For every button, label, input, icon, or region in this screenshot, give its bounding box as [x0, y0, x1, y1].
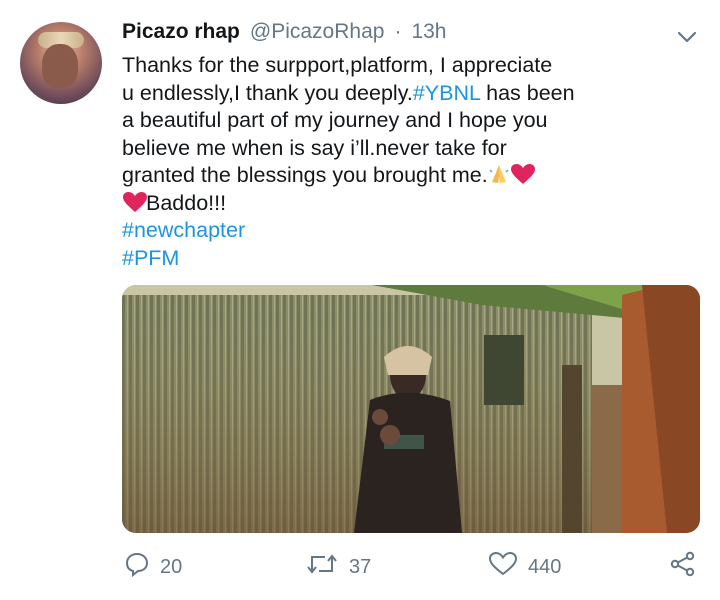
red-heart-emoji-icon [122, 191, 147, 213]
header-separator: · [394, 20, 402, 43]
tweet-text-segment: granted the blessings you brought me. [122, 163, 488, 187]
tweet-header: Picazo rhap @PicazoRhap · 13h [122, 20, 446, 50]
reply-icon [124, 551, 150, 583]
like-button[interactable]: 440 [488, 545, 561, 589]
retweet-button[interactable]: 37 [305, 545, 371, 589]
share-button[interactable] [668, 545, 698, 589]
hashtag-link-newchapter[interactable]: #newchapter [122, 217, 707, 245]
tweet-text-line: Thanks for the surpport,platform, I appr… [122, 53, 553, 77]
avatar-face-graphic [42, 44, 78, 88]
chevron-down-icon[interactable] [672, 22, 702, 52]
tweet-text-line: believe me when is say i’ll.never take f… [122, 135, 507, 160]
display-name[interactable]: Picazo rhap [122, 20, 240, 44]
reply-button[interactable]: 20 [124, 545, 182, 589]
like-count: 440 [528, 555, 562, 578]
like-icon [488, 551, 518, 583]
retweet-count: 37 [349, 555, 372, 578]
tweet-text: Thanks for the surpport,platform, I appr… [122, 52, 707, 272]
tweet-text-line: granted the blessings you brought me. [122, 162, 707, 190]
hashtag-link-ybnl[interactable]: #YBNL [413, 81, 480, 105]
red-heart-emoji-icon [510, 163, 535, 185]
tweet-timestamp[interactable]: 13h [411, 20, 446, 44]
retweet-icon [305, 551, 339, 583]
avatar[interactable] [20, 22, 102, 104]
tweet-text-line: Baddo!!! [122, 190, 707, 218]
user-handle[interactable]: @PicazoRhap [250, 20, 385, 44]
reply-count: 20 [160, 555, 183, 578]
tweet-photo[interactable] [122, 285, 700, 533]
tweet-actions-bar: 20 37 440 [0, 545, 720, 589]
tweet-text-segment: u endlessly,I thank you deeply. [122, 80, 413, 105]
tweet-text-line: a beautiful part of my journey and I hop… [122, 108, 548, 132]
tweet-text-segment: has been [480, 80, 575, 105]
tweet-text-segment: Baddo!!! [146, 190, 227, 215]
photo-illustration [122, 285, 700, 533]
tweet-card: Picazo rhap @PicazoRhap · 13h Thanks for… [0, 0, 720, 600]
folded-hands-emoji-icon [488, 163, 510, 185]
hashtag-link-pfm[interactable]: #PFM [122, 245, 707, 273]
tweet-text-line: u endlessly,I thank you deeply.#YBNL has… [122, 80, 707, 108]
share-icon [668, 551, 698, 583]
